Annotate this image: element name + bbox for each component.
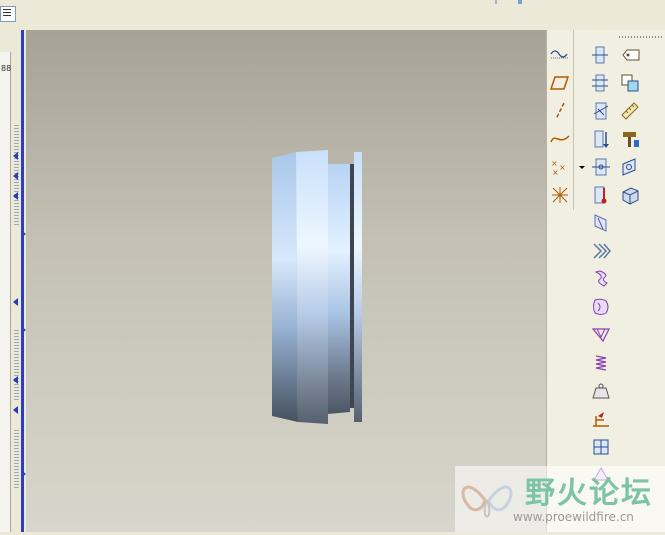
hammer-icon[interactable] bbox=[619, 128, 641, 150]
rib-array-icon[interactable] bbox=[590, 240, 612, 262]
feature-toolbar: × × × bbox=[546, 30, 665, 532]
butterfly-logo-icon bbox=[461, 485, 513, 518]
pattern-icon[interactable] bbox=[590, 72, 612, 94]
sketch-curve-icon[interactable] bbox=[549, 128, 571, 150]
weight-icon[interactable] bbox=[590, 380, 612, 402]
axis-icon[interactable] bbox=[549, 100, 571, 122]
toolbar-grip[interactable] bbox=[495, 0, 497, 4]
cube-icon[interactable] bbox=[619, 184, 641, 206]
cut-icon[interactable] bbox=[590, 100, 612, 122]
shell-icon[interactable] bbox=[590, 296, 612, 318]
splitter-dots[interactable] bbox=[14, 330, 19, 400]
surface-icon[interactable] bbox=[619, 156, 641, 178]
collapse-arrow-icon[interactable] bbox=[13, 376, 18, 384]
splitter-dots[interactable] bbox=[14, 430, 19, 490]
3d-model[interactable] bbox=[26, 30, 546, 532]
watermark-title: 野火论坛 bbox=[525, 476, 653, 511]
svg-text:×: × bbox=[552, 168, 559, 177]
truss-icon[interactable] bbox=[590, 324, 612, 346]
draft-icon[interactable] bbox=[590, 268, 612, 290]
weld-icon[interactable] bbox=[590, 408, 612, 430]
model-tree[interactable] bbox=[0, 52, 11, 532]
rib-icon[interactable] bbox=[590, 212, 612, 234]
list-icon[interactable] bbox=[0, 6, 16, 22]
frame-icon[interactable] bbox=[590, 436, 612, 458]
tag-icon[interactable] bbox=[619, 44, 641, 66]
hole-icon[interactable] bbox=[590, 156, 612, 178]
csys-icon[interactable] bbox=[549, 184, 571, 206]
separator bbox=[573, 30, 574, 210]
panel-sash[interactable] bbox=[21, 30, 24, 532]
graphics-viewport[interactable] bbox=[26, 30, 546, 532]
dropdown-arrow-icon[interactable] bbox=[571, 156, 585, 178]
plane-icon[interactable] bbox=[549, 72, 571, 94]
ruler-icon[interactable] bbox=[619, 100, 641, 122]
thermal-icon[interactable] bbox=[590, 184, 612, 206]
curve-icon[interactable] bbox=[549, 44, 571, 66]
extrude-icon[interactable] bbox=[590, 128, 612, 150]
collapse-arrow-icon[interactable] bbox=[13, 406, 18, 414]
watermark-url: www.proewildfire.cn bbox=[513, 510, 634, 524]
collapse-arrow-icon[interactable] bbox=[13, 152, 18, 160]
panel-label: 88 bbox=[1, 64, 12, 73]
watermark: 野火论坛 www.proewildfire.cn bbox=[455, 466, 665, 532]
mirror-icon[interactable] bbox=[590, 44, 612, 66]
collapse-arrow-icon[interactable] bbox=[13, 172, 18, 180]
toolbar-grip-2[interactable] bbox=[518, 0, 522, 4]
toolbar-grip[interactable] bbox=[619, 36, 663, 38]
copy-icon[interactable] bbox=[619, 72, 641, 94]
top-toolbar bbox=[0, 0, 665, 31]
svg-text:×: × bbox=[551, 159, 558, 168]
collapse-arrow-icon[interactable] bbox=[13, 298, 18, 306]
model-tree-panel: 88 bbox=[0, 30, 26, 532]
point-icon[interactable]: × × × bbox=[549, 156, 571, 178]
spring-icon[interactable] bbox=[590, 352, 612, 374]
svg-text:×: × bbox=[559, 163, 566, 172]
collapse-arrow-icon[interactable] bbox=[13, 192, 18, 200]
